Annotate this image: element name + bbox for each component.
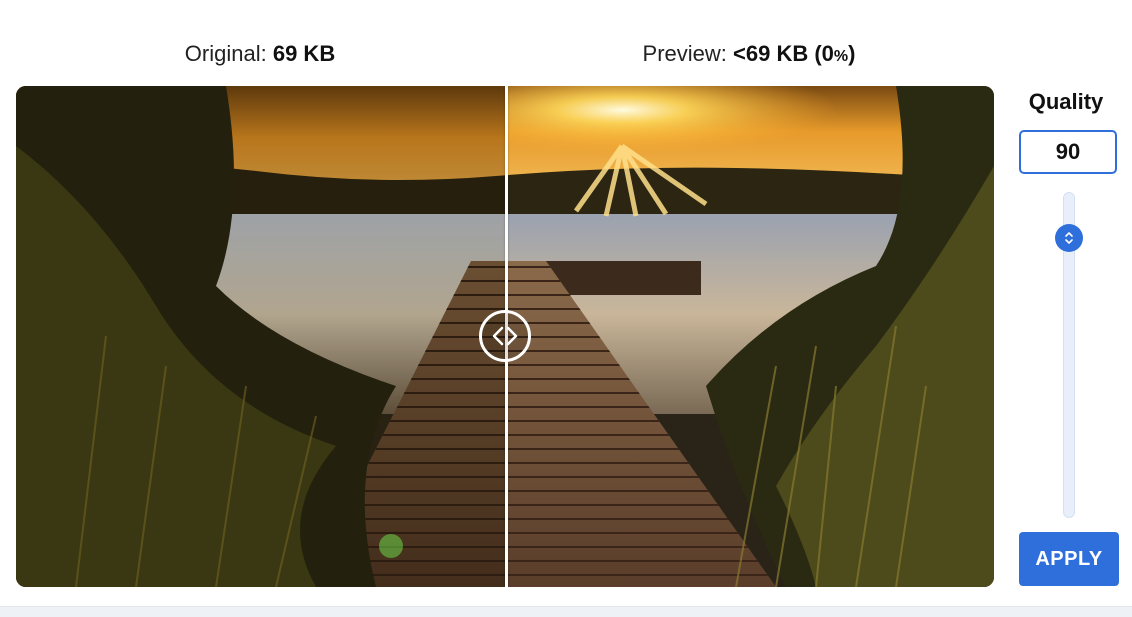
up-down-chevron-icon: [1065, 232, 1073, 244]
image-compressor-page: Original: 69 KB Preview: <69 KB (0%) Qua…: [0, 0, 1132, 617]
quality-input[interactable]: [1019, 130, 1117, 174]
image-compare-viewer[interactable]: [16, 86, 994, 587]
quality-title: Quality: [1028, 89, 1104, 114]
preview-percent-sign: %: [833, 48, 849, 65]
original-size-label: Original: 69 KB: [185, 40, 335, 68]
footer-band: [0, 606, 1132, 617]
preview-size-prefix: Preview:: [642, 41, 734, 66]
apply-button[interactable]: APPLY: [1019, 532, 1119, 586]
quality-slider-thumb[interactable]: [1055, 224, 1083, 252]
left-right-chevrons-icon: [492, 326, 518, 346]
original-size-prefix: Original:: [184, 41, 273, 66]
original-image: [16, 86, 506, 587]
preview-size-close: ): [848, 41, 856, 66]
preview-size-label: Preview: <69 KB (0%): [643, 40, 856, 71]
compare-slider-handle[interactable]: [479, 310, 531, 362]
original-tint-overlay: [16, 86, 506, 587]
quality-panel: Quality APPLY: [1012, 86, 1120, 587]
preview-size-value: <69 KB (0: [733, 41, 834, 66]
original-size-value: 69 KB: [272, 41, 336, 66]
